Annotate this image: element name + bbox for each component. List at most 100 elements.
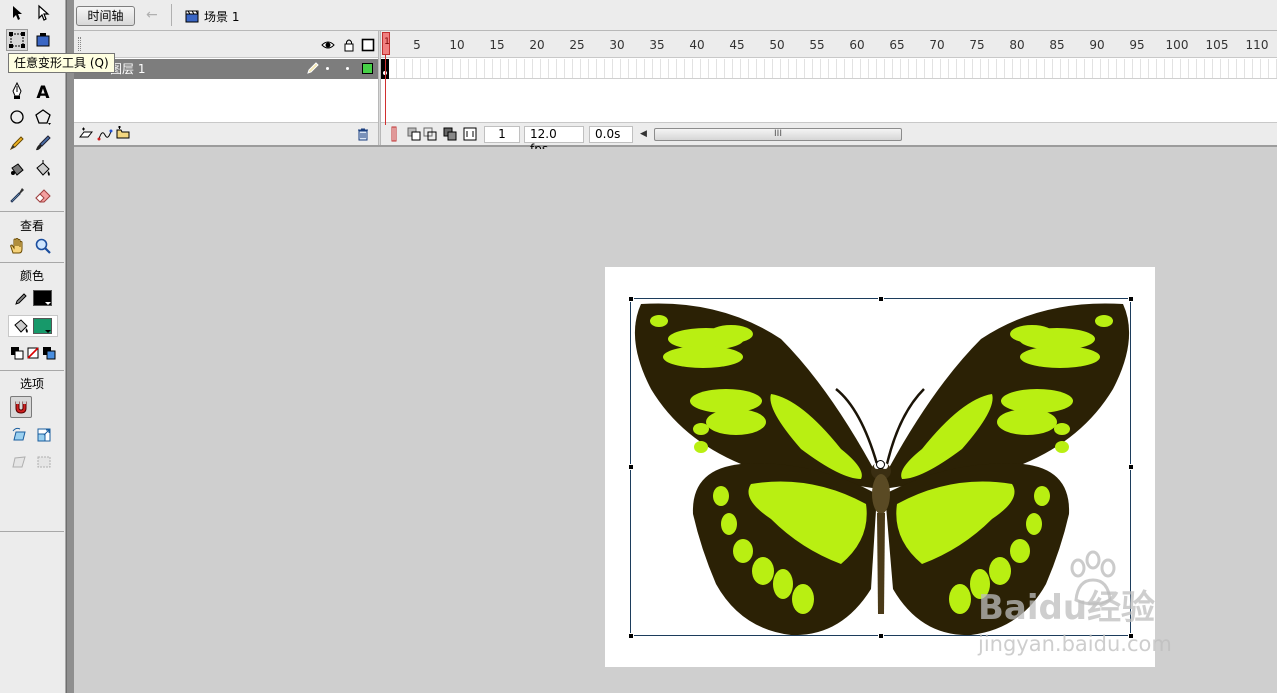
fill-color-label xyxy=(10,315,32,337)
ruler-tick-105: 105 xyxy=(1205,38,1229,52)
add-motion-guide-icon[interactable] xyxy=(97,127,113,141)
current-frame-display: 1 xyxy=(484,126,520,143)
layer-header xyxy=(74,31,378,58)
hand-icon xyxy=(10,238,23,254)
transform-handle-top-right[interactable] xyxy=(1128,296,1134,302)
rotate-skew-button[interactable] xyxy=(8,424,30,446)
distort-button[interactable] xyxy=(8,451,30,473)
lock-dot[interactable] xyxy=(346,67,349,70)
modify-onion-markers-icon[interactable] xyxy=(463,127,477,141)
edit-multiple-frames-icon[interactable] xyxy=(443,127,457,141)
subselection-arrow-icon xyxy=(38,4,50,21)
ruler-tick-25: 25 xyxy=(569,38,585,52)
ruler-tick-100: 100 xyxy=(1165,38,1189,52)
view-section-label: 查看 xyxy=(19,219,44,233)
outline-icon[interactable] xyxy=(361,38,375,52)
onion-skin-outlines-icon[interactable] xyxy=(423,127,437,141)
fill-color-swatch[interactable] xyxy=(33,318,52,334)
gradient-transform-icon xyxy=(36,33,50,47)
playhead-frame-number: 1 xyxy=(384,37,390,47)
scale-button[interactable] xyxy=(33,424,55,446)
swap-colors-icon xyxy=(43,347,56,360)
swap-colors-button[interactable] xyxy=(38,342,60,364)
watermark-product: 经验 xyxy=(1087,588,1156,628)
pen-tool-button[interactable] xyxy=(6,80,28,102)
insert-layer-icon[interactable] xyxy=(79,127,93,141)
scroll-left-arrow-icon[interactable]: ◀ xyxy=(640,129,647,139)
ruler-tick-85: 85 xyxy=(1049,38,1065,52)
layer-row[interactable]: 图层 1 xyxy=(74,59,378,79)
eyedropper-tool-button[interactable] xyxy=(6,184,28,206)
ruler-tick-95: 95 xyxy=(1129,38,1145,52)
elapsed-time-display: 0.0s xyxy=(589,126,633,143)
timeline-horizontal-scrollbar[interactable]: ◀ III xyxy=(637,127,1277,142)
back-arrow-icon[interactable]: ← xyxy=(146,7,162,23)
transform-handle-top[interactable] xyxy=(878,296,884,302)
baidu-jingyan-watermark: Baidu经验 jingyan.baidu.com xyxy=(978,550,1218,670)
ruler-tick-65: 65 xyxy=(889,38,905,52)
frame-grid[interactable] xyxy=(381,59,1277,79)
transform-handle-bottom[interactable] xyxy=(878,633,884,639)
section-divider xyxy=(0,531,64,532)
ruler-tick-20: 20 xyxy=(529,38,545,52)
scene-clapper-icon xyxy=(185,10,199,23)
paint-bucket-tool-button[interactable] xyxy=(32,158,54,180)
ruler-tick-80: 80 xyxy=(1009,38,1025,52)
ruler-tick-5: 5 xyxy=(413,38,421,52)
frame-rate-display[interactable]: 12.0 fps xyxy=(524,126,584,156)
center-frame-icon[interactable] xyxy=(387,126,401,142)
transform-handle-left[interactable] xyxy=(628,464,634,470)
edit-bar: 时间轴 ← 场景 1 xyxy=(74,0,1277,31)
snap-to-objects-button[interactable] xyxy=(10,396,32,418)
eraser-icon xyxy=(35,189,51,203)
insert-layer-folder-icon[interactable] xyxy=(116,126,131,140)
stroke-color-label xyxy=(10,287,32,309)
lock-icon[interactable] xyxy=(342,38,356,52)
visibility-dot[interactable] xyxy=(326,67,329,70)
oval-tool-button[interactable] xyxy=(6,106,28,128)
transform-handle-right[interactable] xyxy=(1128,464,1134,470)
brush-tool-button[interactable] xyxy=(32,132,54,154)
tools-panel: 任意变形工具 (Q) A 查看 颜色 选项 xyxy=(0,0,115,693)
free-transform-tool-button[interactable] xyxy=(6,29,28,51)
subselection-tool-button[interactable] xyxy=(32,2,54,24)
layer-name: 图层 1 xyxy=(110,62,146,76)
gradient-transform-tool-button[interactable] xyxy=(32,29,54,51)
ruler-tick-70: 70 xyxy=(929,38,945,52)
timeline-panel: 图层 1 15101520253035404550556065707580859… xyxy=(74,31,1277,156)
tools-panel-splitter[interactable] xyxy=(66,0,74,693)
transform-pivot-point[interactable] xyxy=(876,460,885,469)
brush-icon xyxy=(36,135,51,151)
playhead[interactable]: 1 xyxy=(382,32,390,55)
scale-icon xyxy=(37,428,51,442)
panel-grip-icon[interactable] xyxy=(78,37,81,51)
envelope-button[interactable] xyxy=(33,451,55,473)
timeline-status-bar: 1 12.0 fps 0.0s ◀ III xyxy=(381,122,1277,156)
pencil-tool-button[interactable] xyxy=(6,132,28,154)
layer-footer xyxy=(74,122,378,145)
selection-tool-button[interactable] xyxy=(6,2,28,24)
timeline-toggle-button[interactable]: 时间轴 xyxy=(76,6,135,26)
layer-outline-color-box[interactable] xyxy=(362,63,373,74)
frame-ruler[interactable]: 1510152025303540455055606570758085909510… xyxy=(381,31,1277,58)
delete-layer-trash-icon[interactable] xyxy=(356,127,370,141)
transform-handle-top-left[interactable] xyxy=(628,296,634,302)
eraser-tool-button[interactable] xyxy=(32,184,54,206)
scene-breadcrumb[interactable]: 场景 1 xyxy=(184,7,239,25)
onion-skin-icon[interactable] xyxy=(407,127,421,141)
ruler-tick-60: 60 xyxy=(849,38,865,52)
ink-bottle-icon xyxy=(11,163,24,176)
stroke-color-swatch[interactable] xyxy=(33,290,52,306)
distort-icon xyxy=(12,456,26,468)
eye-icon[interactable] xyxy=(321,38,335,52)
ruler-tick-40: 40 xyxy=(689,38,705,52)
transform-handle-bottom-left[interactable] xyxy=(628,633,634,639)
zoom-tool-button[interactable] xyxy=(32,235,54,257)
text-tool-button[interactable]: A xyxy=(32,80,54,102)
polystar-tool-button[interactable] xyxy=(32,106,54,128)
ink-bottle-tool-button[interactable] xyxy=(6,158,28,180)
section-divider xyxy=(0,370,64,371)
scrollbar-thumb[interactable]: III xyxy=(654,128,902,141)
polystar-icon xyxy=(35,109,51,125)
hand-tool-button[interactable] xyxy=(6,235,28,257)
